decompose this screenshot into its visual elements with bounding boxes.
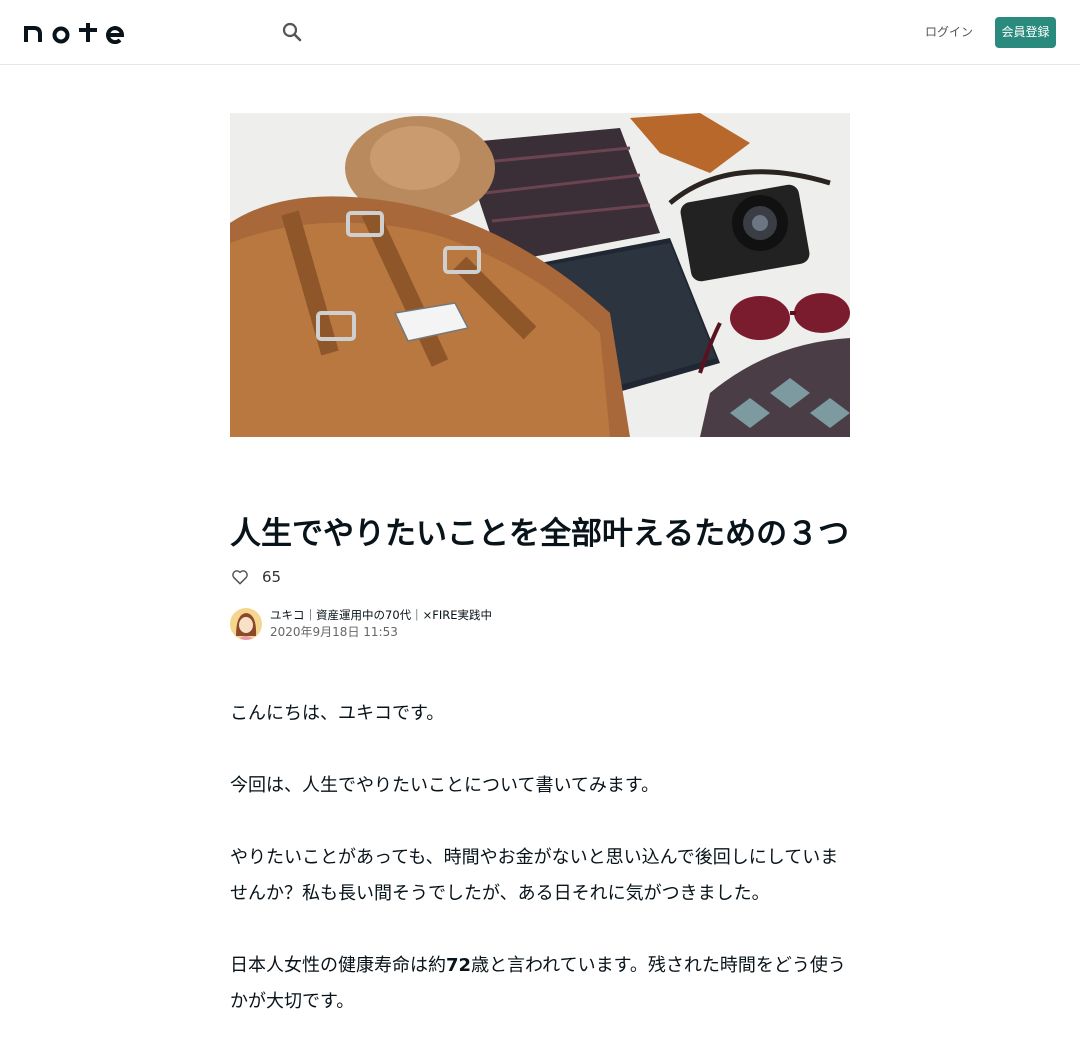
heart-icon[interactable] <box>230 567 250 587</box>
site-header: ログイン 会員登録 <box>0 0 1080 65</box>
article-title: 人生でやりたいことを全部叶えるための３つのステップ <box>230 516 850 552</box>
paragraph: やりたいことがあっても、時間やお金がないと思い込んで後回しにしていませんか？私も… <box>230 847 839 904</box>
signup-button[interactable]: 会員登録 <box>995 17 1056 48</box>
paragraph: 日本人女性の健康寿命は約72歳と言われています。残された時間をどう使うかが大切で… <box>230 948 850 1020</box>
hero-image <box>230 113 850 437</box>
login-link[interactable]: ログイン <box>922 20 976 44</box>
bold-number: 72 <box>446 955 472 976</box>
avatar[interactable] <box>230 608 262 640</box>
paragraph-text: 日本人女性の健康寿命は約 <box>230 955 446 976</box>
paragraph: 今回は、人生でやりたいことについて書いてみます。 <box>230 775 660 796</box>
author-info: ユキコ｜資産運用中の70代｜×FIRE実践中 2020年9月18日 11:53 <box>230 607 492 641</box>
author-name[interactable]: ユキコ｜資産運用中の70代｜×FIRE実践中 <box>270 607 492 623</box>
publish-date: 2020年9月18日 11:53 <box>270 625 398 639</box>
travel-items-photo <box>230 113 850 437</box>
paragraph: こんにちは、ユキコです。 <box>230 703 445 724</box>
article-body: こんにちは、ユキコです。 今回は、人生でやりたいことについて書いてみます。 やり… <box>230 696 850 1056</box>
search-icon[interactable] <box>280 20 304 44</box>
like-section: 65 <box>230 566 281 588</box>
note-logo[interactable] <box>24 20 124 44</box>
author-meta: ユキコ｜資産運用中の70代｜×FIRE実践中 2020年9月18日 11:53 <box>270 607 492 641</box>
like-count: 65 <box>262 568 282 586</box>
